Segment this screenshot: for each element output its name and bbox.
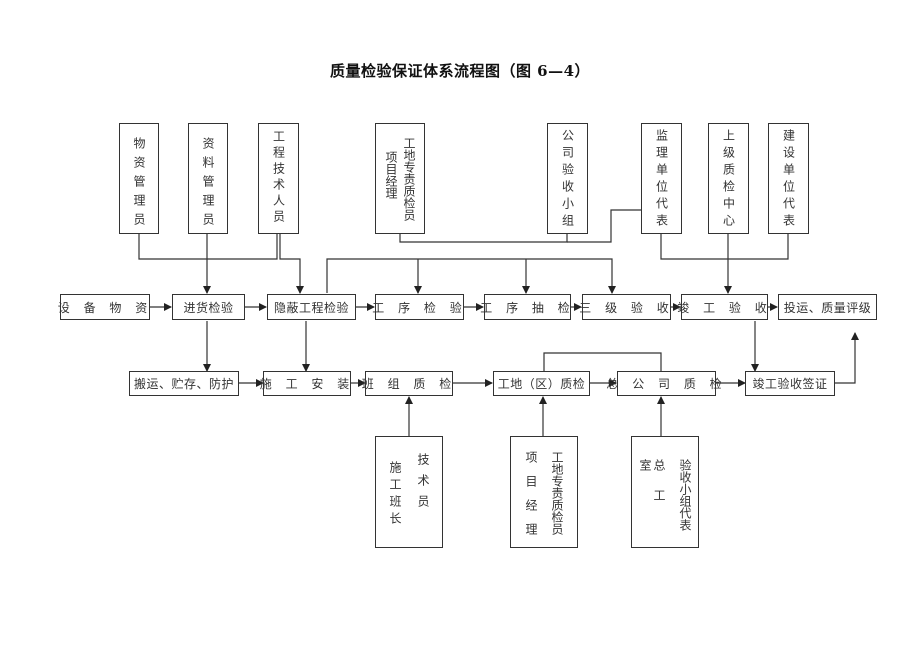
line-qc-top-bus bbox=[543, 352, 662, 371]
step-company-qc: 总 公 司 质 检 bbox=[606, 371, 722, 396]
step-handling-storage: 搬运、贮存、防护 bbox=[129, 371, 239, 396]
line-right-bus bbox=[660, 234, 789, 260]
step-process-inspection: 工 序 检 验 bbox=[372, 294, 464, 320]
connector-lines bbox=[138, 209, 859, 436]
role-company-acceptance: 公司验收小组 bbox=[547, 123, 588, 234]
role-pm-site-inspector: 工地专责质检员 项目经理 bbox=[510, 436, 578, 548]
step-team-qc: 班 组 质 检 bbox=[362, 371, 453, 396]
line-materials-bus bbox=[138, 234, 278, 260]
step-equipment-materials: 设 备 物 资 bbox=[58, 294, 150, 320]
role-chief-office-acceptance-rep: 验收小组代表 总工室 bbox=[631, 436, 699, 548]
role-materials-manager: 物资管理员 bbox=[119, 123, 159, 234]
role-team-leader-technician: 技术员 施工班长 bbox=[375, 436, 443, 548]
role-supervisor-rep: 监理单位代表 bbox=[641, 123, 682, 234]
step-concealed-works: 隐蔽工程检验 bbox=[267, 294, 356, 320]
arrow-bus-to-concealed bbox=[326, 258, 616, 294]
line-site-company-bus bbox=[399, 234, 568, 243]
step-incoming-inspection: 进货检验 bbox=[172, 294, 245, 320]
step-three-level-acceptance: 三 级 验 收 bbox=[579, 294, 671, 320]
role-documents-manager: 资料管理员 bbox=[188, 123, 228, 234]
step-process-sampling: 工 序 抽 检 bbox=[480, 294, 571, 320]
role-superior-qc-center: 上级质检中心 bbox=[708, 123, 749, 234]
arrow-tech-to-concealed bbox=[279, 234, 304, 294]
step-completion-acceptance: 竣 工 验 收 bbox=[677, 294, 768, 320]
role-owner-rep: 建设单位代表 bbox=[768, 123, 809, 234]
step-completion-certificate: 竣工验收签证 bbox=[745, 371, 835, 396]
role-site-inspector-pm: 工地专责质检员 项目经理 bbox=[375, 123, 425, 234]
step-operation-rating: 投运、质量评级 bbox=[778, 294, 877, 320]
step-site-qc: 工地（区）质检 bbox=[493, 371, 590, 396]
arrow-cert-to-operation bbox=[835, 332, 859, 384]
step-construction-install: 施 工 安 装 bbox=[260, 371, 351, 396]
role-engineering-tech: 工程技术人员 bbox=[258, 123, 299, 234]
